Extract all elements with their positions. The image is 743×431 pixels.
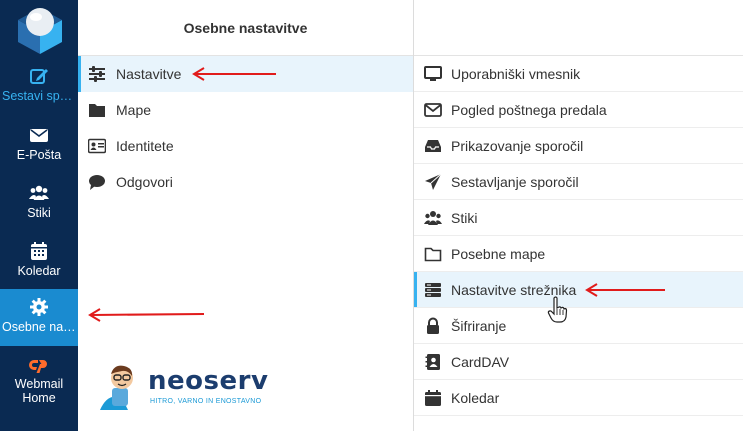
id-card-icon bbox=[88, 138, 106, 154]
hand-cursor-icon bbox=[547, 296, 568, 323]
pref-label: Uporabniški vmesnik bbox=[451, 66, 581, 82]
nav-calendar-label: Koledar bbox=[17, 264, 61, 278]
gear-icon bbox=[30, 298, 48, 316]
annotation-arrow-settings-nav bbox=[88, 308, 205, 322]
pref-label: Pogled poštnega predala bbox=[451, 102, 607, 118]
preferences-list: Uporabniški vmesnik Pogled poštnega pred… bbox=[414, 56, 743, 416]
annotation-arrow-preferences bbox=[192, 67, 276, 81]
calendar-icon bbox=[31, 242, 47, 260]
pref-user-interface[interactable]: Uporabniški vmesnik bbox=[414, 56, 743, 92]
pref-carddav[interactable]: CardDAV bbox=[414, 344, 743, 380]
pref-label: CardDAV bbox=[451, 354, 510, 370]
pref-special-folders[interactable]: Posebne mape bbox=[414, 236, 743, 272]
pref-mailbox-view[interactable]: Pogled poštnega predala bbox=[414, 92, 743, 128]
pref-server-settings[interactable]: Nastavitve strežnika bbox=[414, 272, 743, 308]
nav-webmail-label: Webmail Home bbox=[14, 377, 64, 405]
pref-calendar[interactable]: Koledar bbox=[414, 380, 743, 416]
nav-webmail-home[interactable]: Webmail Home bbox=[0, 350, 78, 410]
preferences-header bbox=[414, 0, 743, 56]
preferences-panel: Uporabniški vmesnik Pogled poštnega pred… bbox=[414, 0, 743, 431]
section-label: Mape bbox=[116, 102, 152, 118]
users-icon bbox=[29, 185, 49, 200]
envelope-icon bbox=[424, 103, 442, 117]
pref-label: Šifriranje bbox=[451, 318, 507, 334]
nav-settings[interactable]: Osebne nas... bbox=[0, 289, 78, 346]
section-folders[interactable]: Mape bbox=[78, 92, 413, 128]
folder-outline-icon bbox=[424, 247, 442, 262]
sliders-icon bbox=[89, 66, 105, 82]
calendar-icon bbox=[425, 390, 441, 406]
pref-label: Stiki bbox=[451, 210, 478, 226]
annotation-arrow-server-settings bbox=[585, 283, 665, 297]
section-label: Odgovori bbox=[116, 174, 173, 190]
roundcube-logo[interactable] bbox=[14, 4, 66, 56]
monitor-icon bbox=[424, 66, 442, 81]
pref-label: Prikazovanje sporočil bbox=[451, 138, 584, 154]
envelope-icon bbox=[30, 129, 48, 142]
address-book-icon bbox=[425, 354, 440, 370]
brand-name: neoserv bbox=[148, 366, 269, 396]
pref-displaying-messages[interactable]: Prikazovanje sporočil bbox=[414, 128, 743, 164]
brand-tagline: HITRO, VARNO IN ENOSTAVNO bbox=[150, 398, 262, 405]
folder-icon bbox=[89, 104, 105, 117]
paper-plane-icon bbox=[425, 173, 442, 190]
pref-label: Sestavljanje sporočil bbox=[451, 174, 579, 190]
panel-title: Osebne nastavitve bbox=[78, 0, 413, 56]
pref-contacts[interactable]: Stiki bbox=[414, 200, 743, 236]
compose-icon bbox=[30, 69, 48, 84]
nav-compose-label: Sestavi spo... bbox=[2, 89, 78, 103]
pref-composing-messages[interactable]: Sestavljanje sporočil bbox=[414, 164, 743, 200]
section-identities[interactable]: Identitete bbox=[78, 128, 413, 164]
comment-icon bbox=[89, 175, 105, 190]
lock-icon bbox=[427, 317, 439, 334]
nav-contacts[interactable]: Stiki bbox=[0, 175, 78, 232]
nav-mail[interactable]: E-Pošta bbox=[0, 117, 78, 174]
pref-encryption[interactable]: Šifriranje bbox=[414, 308, 743, 344]
inbox-icon bbox=[425, 140, 441, 152]
nav-compose[interactable]: Sestavi spo... bbox=[0, 58, 78, 115]
users-icon bbox=[424, 211, 442, 225]
nav-mail-label: E-Pošta bbox=[16, 148, 62, 162]
mascot-icon bbox=[100, 365, 133, 410]
neoserv-logo: neoserv HITRO, VARNO IN ENOSTAVNO bbox=[98, 362, 268, 414]
left-navigation: Sestavi spo... E-Pošta Stiki Koledar Ose… bbox=[0, 0, 78, 431]
section-responses[interactable]: Odgovori bbox=[78, 164, 413, 200]
nav-contacts-label: Stiki bbox=[27, 206, 51, 220]
cpanel-icon bbox=[29, 360, 47, 373]
nav-settings-label: Osebne nas... bbox=[2, 320, 78, 334]
section-label: Identitete bbox=[116, 138, 174, 154]
nav-calendar[interactable]: Koledar bbox=[0, 233, 78, 290]
section-label: Nastavitve bbox=[116, 66, 182, 82]
pref-label: Posebne mape bbox=[451, 246, 546, 262]
pref-label: Koledar bbox=[451, 390, 500, 406]
server-icon bbox=[425, 283, 441, 297]
